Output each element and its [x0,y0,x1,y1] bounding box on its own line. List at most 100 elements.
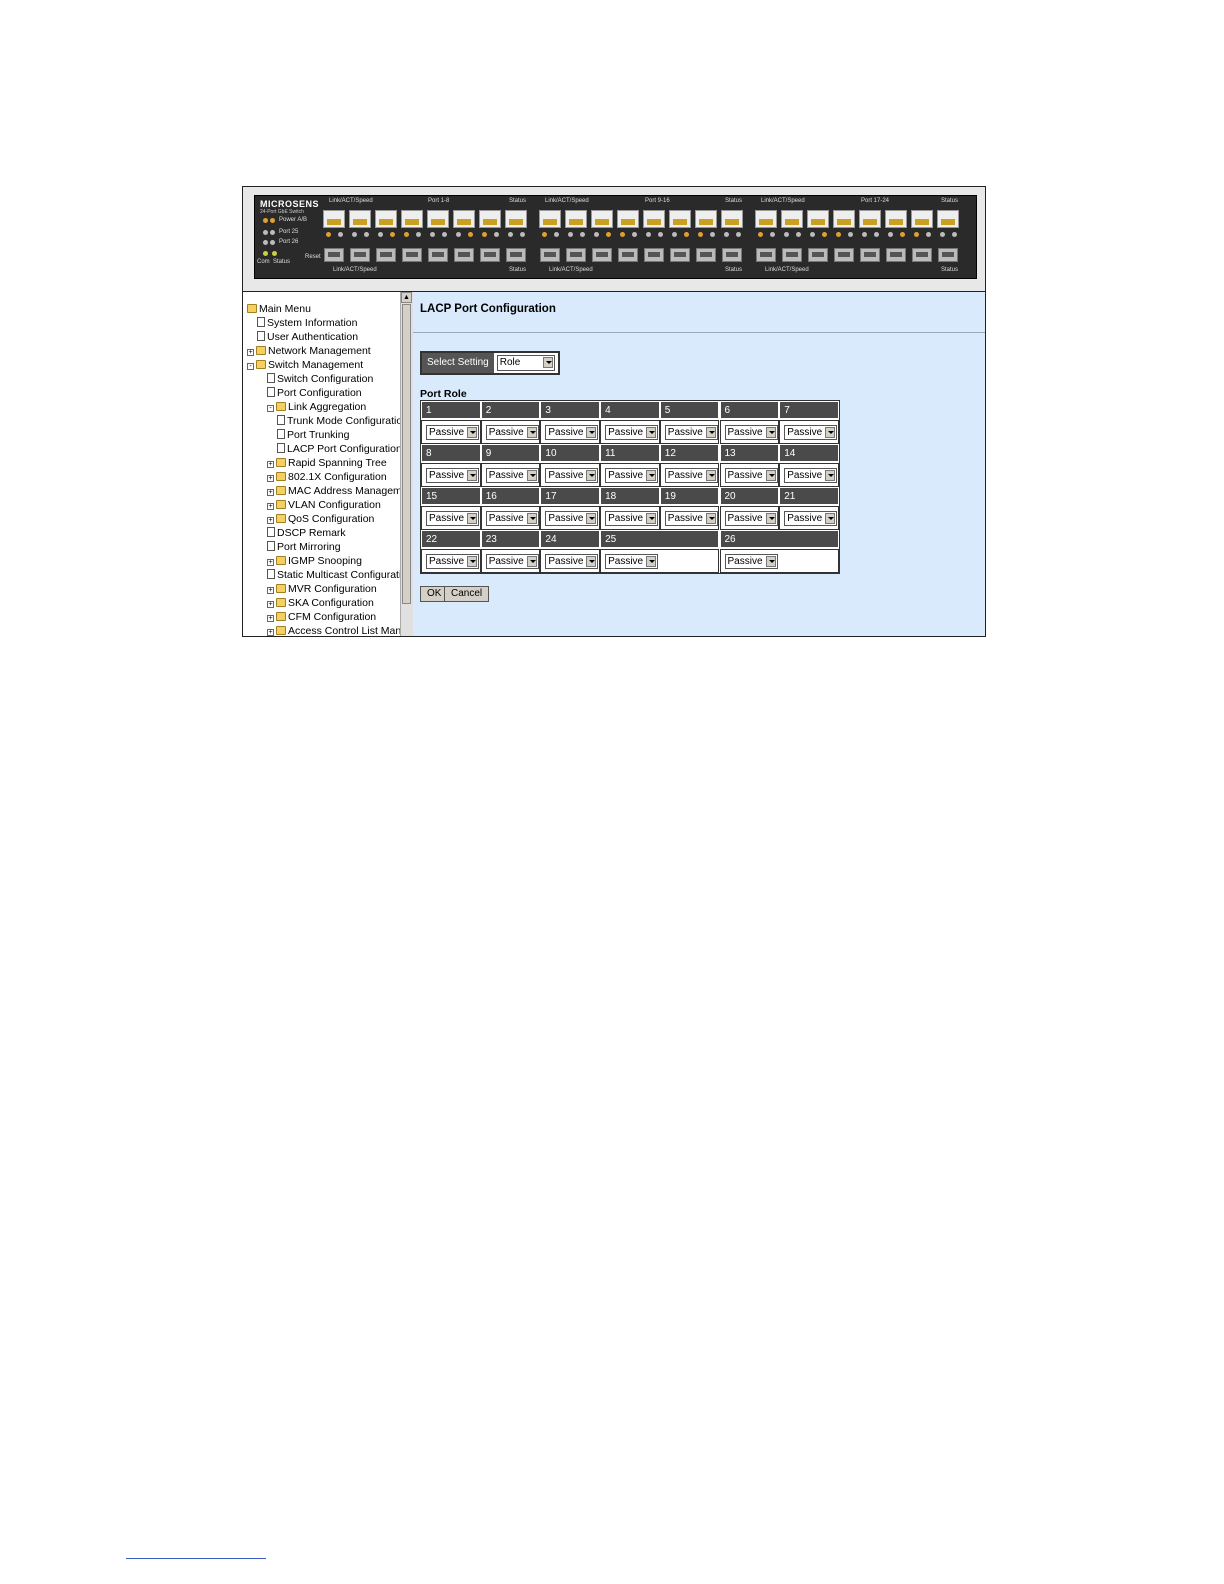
port-role-dropdown[interactable]: Passive [664,425,718,440]
chevron-down-icon[interactable] [526,556,537,567]
collapse-icon[interactable]: - [247,363,254,370]
sidebar-item[interactable]: + IGMP Snooping [267,554,362,568]
port-role-dropdown[interactable]: Passive [605,468,659,483]
port-role-dropdown[interactable]: Passive [545,468,599,483]
chevron-down-icon[interactable] [586,470,597,481]
sidebar-item[interactable]: DSCP Remark [267,526,346,540]
port-role-dropdown[interactable]: Passive [605,511,659,526]
expand-icon[interactable]: + [267,615,274,622]
sidebar-item[interactable]: Port Configuration [267,386,362,400]
sidebar-item[interactable]: + CFM Configuration [267,610,376,624]
port-role-dropdown[interactable]: Passive [426,468,479,483]
expand-icon[interactable]: + [267,475,274,482]
sidebar-item[interactable]: Static Multicast Configuration [267,568,412,582]
port-role-dropdown[interactable]: Passive [485,425,539,440]
port-led-icon [940,232,945,237]
sidebar-item[interactable]: System Information [257,316,357,330]
sidebar-item[interactable]: + QoS Configuration [267,512,374,526]
port-role-dropdown[interactable]: Passive [545,511,599,526]
sidebar-item[interactable]: + MVR Configuration [267,582,377,596]
chevron-down-icon[interactable] [765,427,776,438]
chevron-down-icon[interactable] [467,513,477,524]
port-role-dropdown[interactable]: Passive [485,468,539,483]
sidebar-item[interactable]: + SKA Configuration [267,596,374,610]
expand-icon[interactable]: + [267,489,274,496]
port-role-dropdown[interactable]: Passive [485,554,539,569]
chevron-down-icon[interactable] [825,513,836,524]
port-role-cell: Passive [779,420,839,444]
port-role-dropdown[interactable]: Passive [724,468,778,483]
chevron-down-icon[interactable] [467,556,477,567]
port-role-dropdown[interactable]: Passive [545,554,599,569]
chevron-down-icon[interactable] [765,513,776,524]
chevron-down-icon[interactable] [467,470,477,481]
chevron-down-icon[interactable] [526,470,537,481]
chevron-down-icon[interactable] [646,556,657,567]
chevron-down-icon[interactable] [526,513,537,524]
port-role-dropdown[interactable]: Passive [724,425,778,440]
expand-icon[interactable]: + [247,349,254,356]
chevron-down-icon[interactable] [467,427,477,438]
scroll-thumb[interactable] [402,304,411,604]
chevron-down-icon[interactable] [646,513,657,524]
sidebar-item[interactable]: Main Menu [247,302,311,316]
port-role-dropdown[interactable]: Passive [605,554,659,569]
sidebar-item[interactable]: + Rapid Spanning Tree [267,456,387,470]
chevron-down-icon[interactable] [586,556,597,567]
sidebar-item[interactable]: User Authentication [257,330,358,344]
port-role-dropdown[interactable]: Passive [426,425,479,440]
port-role-dropdown[interactable]: Passive [724,511,778,526]
sidebar-item[interactable]: Port Trunking [277,428,349,442]
sidebar-item[interactable]: + Access Control List Management [267,624,413,636]
port-role-dropdown[interactable]: Passive [426,554,479,569]
port-role-dropdown[interactable]: Passive [724,554,778,569]
port-role-dropdown[interactable]: Passive [545,425,599,440]
chevron-down-icon[interactable] [825,470,836,481]
port-role-dropdown[interactable]: Passive [664,511,718,526]
sidebar-item[interactable]: + VLAN Configuration [267,498,381,512]
select-setting-dropdown[interactable]: Role [496,355,555,371]
cancel-button[interactable]: Cancel [444,586,490,602]
sidebar-item[interactable]: Trunk Mode Configuration [277,414,408,428]
folder-icon [247,304,257,313]
sidebar-item[interactable]: Port Mirroring [267,540,341,554]
expand-icon[interactable]: + [267,629,274,636]
sidebar-item[interactable]: + Network Management [247,344,371,358]
chevron-down-icon[interactable] [586,513,597,524]
port-role-dropdown[interactable]: Passive [605,425,659,440]
chevron-down-icon[interactable] [646,470,657,481]
port-led-icon [594,232,599,237]
collapse-icon[interactable]: - [267,405,274,412]
sidebar-item[interactable]: LACP Port Configuration [277,442,402,456]
chevron-down-icon[interactable] [705,427,716,438]
port-role-dropdown[interactable]: Passive [664,468,718,483]
port-role-dropdown[interactable]: Passive [784,468,838,483]
chevron-down-icon[interactable] [705,470,716,481]
chevron-down-icon[interactable] [586,427,597,438]
port-role-dropdown[interactable]: Passive [426,511,479,526]
chevron-down-icon[interactable] [705,513,716,524]
port-role-dropdown[interactable]: Passive [784,511,838,526]
chevron-down-icon[interactable] [526,427,537,438]
chevron-down-icon[interactable] [542,357,553,368]
chevron-down-icon[interactable] [765,556,776,567]
sidebar-item[interactable]: - Link Aggregation [267,400,366,414]
sidebar-item-label: Access Control List Management [288,625,413,636]
sidebar-item[interactable]: + MAC Address Management [267,484,412,498]
chevron-down-icon[interactable] [765,470,776,481]
expand-icon[interactable]: + [267,461,274,468]
chevron-down-icon[interactable] [825,427,836,438]
expand-icon[interactable]: + [267,601,274,608]
expand-icon[interactable]: + [267,503,274,510]
port-role-dropdown[interactable]: Passive [485,511,539,526]
expand-icon[interactable]: + [267,517,274,524]
sidebar-item[interactable]: Switch Configuration [267,372,373,386]
chevron-down-icon[interactable] [646,427,657,438]
port-role-dropdown[interactable]: Passive [784,425,838,440]
expand-icon[interactable]: + [267,559,274,566]
sidebar-scrollbar[interactable]: ▲ [400,292,413,636]
sidebar-item[interactable]: +802.1X Configuration [267,470,387,484]
sidebar-item[interactable]: - Switch Management [247,358,363,372]
expand-icon[interactable]: + [267,587,274,594]
scroll-up-icon[interactable]: ▲ [401,292,412,303]
